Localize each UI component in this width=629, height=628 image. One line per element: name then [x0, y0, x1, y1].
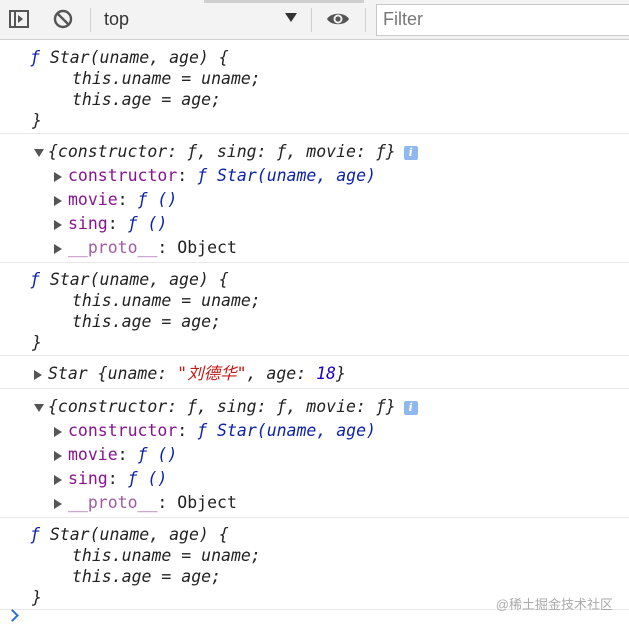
- console-prompt-chevron-icon[interactable]: [6, 609, 19, 622]
- console-message-instance: Star {uname: "刘德华", age: 18}: [0, 356, 629, 389]
- caret-right-icon[interactable]: [34, 369, 42, 380]
- filter-field[interactable]: [376, 4, 629, 36]
- caret-down-icon[interactable]: [34, 148, 44, 157]
- prototype-summary[interactable]: {constructor: ƒ, sing: ƒ, movie: ƒ} i: [34, 141, 418, 162]
- info-icon[interactable]: i: [403, 145, 418, 160]
- caret-right-icon[interactable]: [54, 195, 62, 206]
- console-message-prototype: {constructor: ƒ, sing: ƒ, movie: ƒ} i con…: [0, 389, 629, 518]
- tree-item-constructor[interactable]: constructor: ƒ Star(uname, age): [54, 165, 376, 186]
- console-message-prototype: {constructor: ƒ, sing: ƒ, movie: ƒ} i con…: [0, 134, 629, 263]
- tree-item-movie[interactable]: movie: ƒ (): [54, 444, 177, 465]
- tab-indicator: [204, 0, 364, 3]
- toolbar-separator: [90, 8, 91, 32]
- prototype-summary[interactable]: {constructor: ƒ, sing: ƒ, movie: ƒ} i: [34, 396, 418, 417]
- function-body-line: this.uname = uname;: [72, 69, 261, 88]
- tree-item-sing[interactable]: sing: ƒ (): [54, 213, 167, 234]
- caret-right-icon[interactable]: [54, 450, 62, 461]
- tree-item-proto[interactable]: __proto__: Object: [54, 237, 237, 258]
- toolbar-separator: [365, 8, 366, 32]
- caret-down-icon[interactable]: [34, 403, 44, 412]
- function-close-brace: }: [32, 588, 42, 607]
- console-message-function: ƒ Star(uname, age) { this.uname = uname;…: [0, 263, 629, 356]
- caret-right-icon[interactable]: [54, 243, 62, 254]
- tree-item-constructor[interactable]: constructor: ƒ Star(uname, age): [54, 420, 376, 441]
- tree-item-proto[interactable]: __proto__: Object: [54, 492, 237, 513]
- eye-icon[interactable]: [326, 8, 350, 30]
- console-toolbar: top: [0, 0, 629, 40]
- caret-right-icon[interactable]: [54, 498, 62, 509]
- function-close-brace: }: [32, 333, 42, 352]
- function-body-line: this.uname = uname;: [72, 546, 261, 565]
- console-message-function: ƒ Star(uname, age) { this.uname = uname;…: [0, 41, 629, 134]
- sidebar-toggle-icon[interactable]: [8, 8, 30, 30]
- instance-summary[interactable]: Star {uname: "刘德华", age: 18}: [34, 363, 346, 384]
- function-signature: ƒ Star(uname, age) {: [30, 270, 229, 289]
- function-body-line: this.age = age;: [72, 90, 222, 109]
- toolbar-separator: [311, 8, 312, 32]
- tree-item-movie[interactable]: movie: ƒ (): [54, 189, 177, 210]
- clear-console-icon[interactable]: [52, 8, 74, 30]
- context-selector[interactable]: top: [104, 9, 129, 30]
- function-signature: ƒ Star(uname, age) {: [30, 525, 229, 544]
- info-icon[interactable]: i: [403, 400, 418, 415]
- watermark: @稀土掘金技术社区: [495, 597, 613, 612]
- caret-right-icon[interactable]: [54, 474, 62, 485]
- caret-right-icon[interactable]: [54, 426, 62, 437]
- filter-input[interactable]: [377, 5, 623, 33]
- function-body-line: this.uname = uname;: [72, 291, 261, 310]
- function-close-brace: }: [32, 111, 42, 130]
- chevron-down-icon[interactable]: [285, 13, 297, 22]
- caret-right-icon[interactable]: [54, 219, 62, 230]
- caret-right-icon[interactable]: [54, 171, 62, 182]
- function-body-line: this.age = age;: [72, 567, 222, 586]
- function-body-line: this.age = age;: [72, 312, 222, 331]
- tree-item-sing[interactable]: sing: ƒ (): [54, 468, 167, 489]
- function-signature: ƒ Star(uname, age) {: [30, 48, 229, 67]
